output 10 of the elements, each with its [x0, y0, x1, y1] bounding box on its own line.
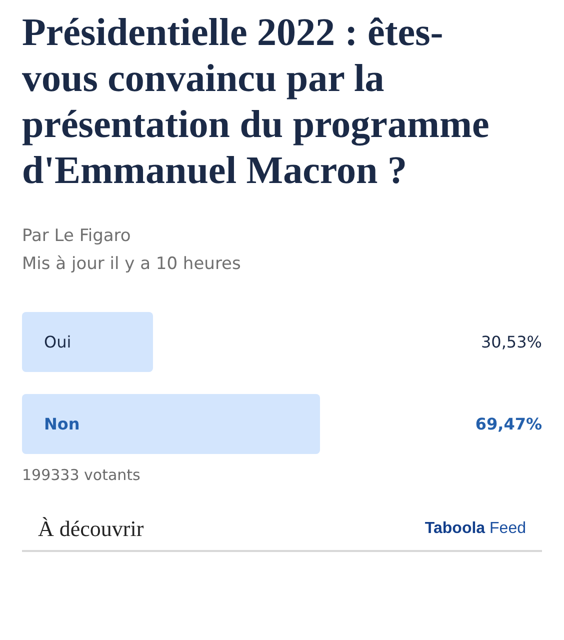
brand-logo[interactable]: Taboola Feed — [424, 520, 526, 538]
byline: Par Le Figaro — [22, 225, 132, 248]
vote-count: 199333 votants — [22, 466, 142, 484]
percentage: 69,47% — [475, 414, 542, 434]
option-label: Oui — [44, 332, 72, 352]
article-title: Présidentielle 2022 : êtes-vous convaincu par la présentation du programme d'Emmanuel Macron ? — [22, 10, 490, 194]
option-label: Non — [44, 414, 80, 434]
section-heading: À découvrir — [38, 516, 144, 542]
update-time: Mis à jour il y a 10 heures — [22, 253, 242, 276]
percentage: 30,53% — [480, 332, 542, 352]
